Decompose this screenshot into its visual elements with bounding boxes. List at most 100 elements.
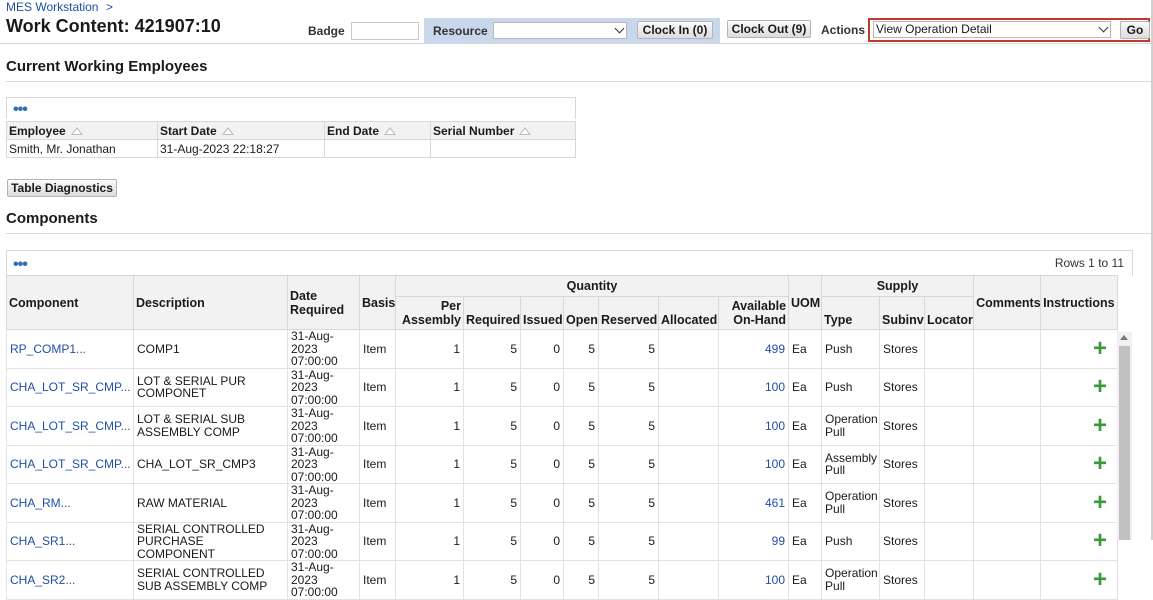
- resource-select[interactable]: [493, 22, 627, 39]
- column-header-date-required[interactable]: Date Required: [287, 275, 360, 330]
- clock-in-button[interactable]: Clock In (0): [637, 21, 713, 39]
- badge-input[interactable]: [351, 22, 419, 40]
- scrollbar-thumb[interactable]: [1119, 346, 1130, 540]
- table-row: CHA_SR2... SERIAL CONTROLLED SUB ASSEMBLY…: [6, 560, 1119, 600]
- component-link[interactable]: CHA_LOT_SR_CMP...: [10, 380, 131, 394]
- basis-cell: Item: [359, 329, 396, 369]
- breadcrumb: MES Workstation >: [6, 0, 113, 14]
- column-header-end-date[interactable]: End Date: [324, 121, 431, 140]
- component-link[interactable]: CHA_SR1...: [10, 534, 75, 548]
- sort-icon[interactable]: [70, 127, 83, 136]
- column-header-available-on-hand[interactable]: Available On-Hand: [717, 296, 790, 330]
- add-instruction-icon[interactable]: +: [1093, 567, 1107, 591]
- uom-cell: Ea: [788, 521, 823, 561]
- available-on-hand-link[interactable]: 100: [765, 419, 785, 433]
- available-on-hand-link[interactable]: 100: [765, 573, 785, 587]
- actions-select[interactable]: View Operation Detail: [873, 21, 1111, 38]
- components-divider: [6, 233, 1153, 234]
- instructions-cell: +: [1040, 521, 1119, 561]
- column-header-component[interactable]: Component: [6, 275, 134, 330]
- scroll-up-icon[interactable]: [1120, 335, 1128, 340]
- add-instruction-icon[interactable]: +: [1093, 490, 1107, 514]
- available-on-hand-link[interactable]: 99: [772, 534, 785, 548]
- component-link[interactable]: CHA_SR2...: [10, 573, 75, 587]
- allocated-cell: [658, 329, 719, 369]
- available-on-hand-link[interactable]: 100: [765, 457, 785, 471]
- component-cell: CHA_LOT_SR_CMP...: [6, 406, 134, 446]
- subinv-cell: Stores: [879, 329, 926, 369]
- column-header-serial-number[interactable]: Serial Number: [430, 121, 576, 140]
- add-instruction-icon[interactable]: +: [1093, 529, 1107, 553]
- component-link[interactable]: CHA_LOT_SR_CMP...: [10, 419, 131, 433]
- reserved-cell: 5: [598, 444, 659, 484]
- column-header-description[interactable]: Description: [133, 275, 288, 330]
- locator-cell: [924, 483, 975, 523]
- sort-icon[interactable]: [384, 127, 397, 136]
- date-required-cell: 31-Aug-2023 07:00:00: [287, 560, 360, 600]
- issued-cell: 0: [520, 444, 564, 484]
- allocated-cell: [658, 483, 719, 523]
- quantity-group-header: Quantity: [394, 275, 790, 297]
- column-header-locator[interactable]: Locator: [924, 296, 975, 330]
- table-diagnostics-button[interactable]: Table Diagnostics: [7, 179, 117, 197]
- more-options-icon[interactable]: •••: [13, 102, 28, 118]
- go-button[interactable]: Go: [1120, 21, 1150, 39]
- time-value: 07:00:00: [291, 354, 338, 368]
- component-cell: CHA_SR1...: [6, 521, 134, 561]
- column-header-reserved[interactable]: Reserved: [598, 296, 659, 330]
- column-header-per-assembly[interactable]: Per Assembly: [395, 296, 464, 330]
- instructions-cell: +: [1040, 329, 1119, 369]
- comments-cell: [973, 329, 1042, 369]
- required-cell: 5: [463, 406, 521, 446]
- supply-type-cell: Push: [821, 521, 881, 561]
- available-on-hand-link[interactable]: 499: [765, 342, 785, 356]
- add-instruction-icon[interactable]: +: [1093, 375, 1107, 399]
- open-cell: 5: [563, 521, 599, 561]
- add-instruction-icon[interactable]: +: [1093, 452, 1107, 476]
- more-options-icon[interactable]: •••: [13, 257, 28, 273]
- clock-out-button[interactable]: Clock Out (9): [727, 20, 811, 38]
- add-instruction-icon[interactable]: +: [1093, 413, 1107, 437]
- column-header-type[interactable]: Type: [821, 296, 881, 330]
- column-header-comments[interactable]: Comments: [973, 275, 1042, 330]
- column-header-uom[interactable]: UOM: [788, 275, 823, 330]
- available-on-hand-link[interactable]: 461: [765, 496, 785, 510]
- sort-icon[interactable]: [221, 127, 234, 136]
- date-required-cell: 31-Aug-2023 07:00:00: [287, 483, 360, 523]
- add-instruction-icon[interactable]: +: [1093, 336, 1107, 360]
- component-link[interactable]: RP_COMP1...: [10, 342, 86, 356]
- reserved-cell: 5: [598, 367, 659, 407]
- column-header-instructions[interactable]: Instructions: [1040, 275, 1119, 330]
- date-value: 31-Aug-2023: [291, 483, 334, 510]
- date-required-cell: 31-Aug-2023 07:00:00: [287, 406, 360, 446]
- component-link[interactable]: CHA_RM...: [10, 496, 71, 510]
- comments-cell: [973, 560, 1042, 600]
- column-header-subinv[interactable]: Subinv: [879, 296, 926, 330]
- allocated-cell: [658, 521, 719, 561]
- uom-cell: Ea: [788, 483, 823, 523]
- breadcrumb-link-mes-workstation[interactable]: MES Workstation: [6, 0, 98, 14]
- available-on-hand-link[interactable]: 100: [765, 380, 785, 394]
- per-assembly-cell: 1: [395, 483, 464, 523]
- start-date-cell: 31-Aug-2023 22:18:27: [157, 139, 325, 158]
- column-header-employee[interactable]: Employee: [6, 121, 158, 140]
- available-on-hand-cell: 461: [717, 483, 790, 523]
- components-scrollbar[interactable]: [1117, 332, 1132, 540]
- issued-cell: 0: [520, 483, 564, 523]
- component-link[interactable]: CHA_LOT_SR_CMP...: [10, 457, 131, 471]
- column-header-open[interactable]: Open: [563, 296, 599, 330]
- component-cell: CHA_LOT_SR_CMP...: [6, 367, 134, 407]
- uom-cell: Ea: [788, 560, 823, 600]
- column-header-allocated[interactable]: Allocated: [658, 296, 719, 330]
- allocated-cell: [658, 406, 719, 446]
- basis-cell: Item: [359, 521, 396, 561]
- subinv-cell: Stores: [879, 367, 926, 407]
- column-header-issued[interactable]: Issued: [520, 296, 564, 330]
- column-header-start-date[interactable]: Start Date: [157, 121, 325, 140]
- table-row: CHA_RM... RAW MATERIAL 31-Aug-2023 07:00:00…: [6, 483, 1119, 523]
- locator-cell: [924, 521, 975, 561]
- rows-range-label: Rows 1 to 11: [1054, 256, 1124, 270]
- sort-icon[interactable]: [519, 127, 532, 136]
- column-header-basis[interactable]: Basis: [359, 275, 396, 330]
- column-header-required[interactable]: Required: [463, 296, 521, 330]
